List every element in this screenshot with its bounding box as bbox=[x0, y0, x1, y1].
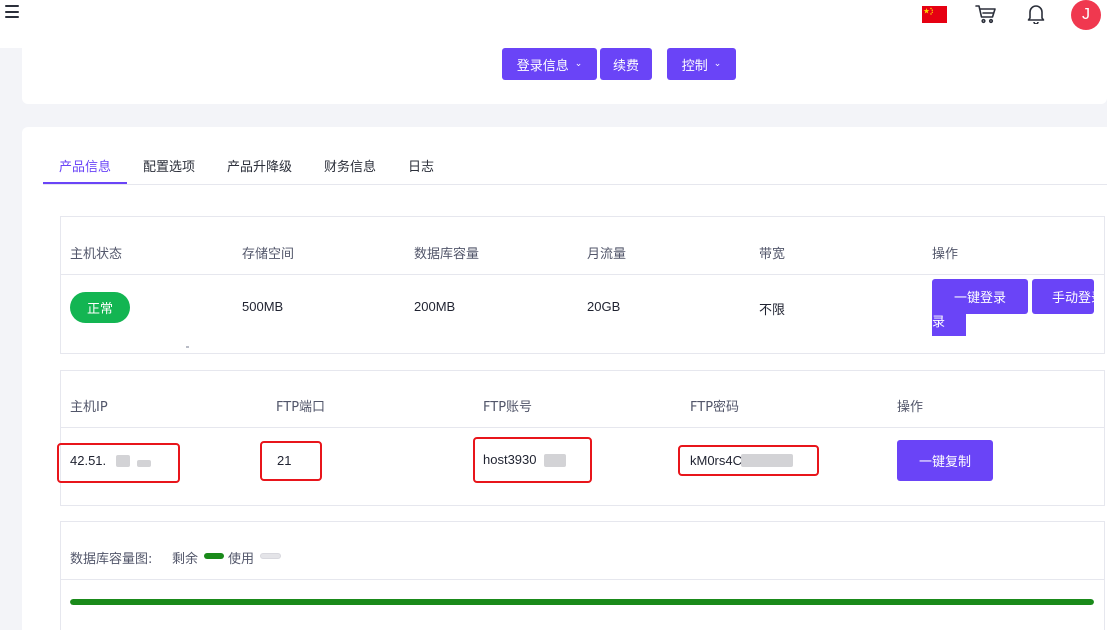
chevron-down-icon: ⌄ bbox=[713, 59, 722, 69]
legend-remaining-swatch bbox=[204, 553, 224, 559]
manual-login-button-wrap[interactable]: 录 bbox=[932, 308, 966, 336]
legend-used-label: 使用 bbox=[228, 552, 255, 567]
highlight-box-account bbox=[473, 437, 592, 483]
header-bandwidth: 带宽 bbox=[759, 247, 786, 262]
login-info-label: 登录信息 bbox=[516, 58, 569, 74]
avatar[interactable]: J bbox=[1071, 0, 1101, 30]
highlight-box-ip bbox=[57, 443, 180, 483]
database-usage-label: 数据库容量图: bbox=[70, 552, 153, 567]
tabs-divider bbox=[43, 184, 1107, 185]
header-host-status: 主机状态 bbox=[70, 247, 123, 262]
menu-icon[interactable] bbox=[5, 5, 19, 18]
tab-upgrade-downgrade[interactable]: 产品升降级 bbox=[227, 156, 292, 175]
manual-login-button[interactable]: 手动登录 bbox=[1032, 279, 1094, 314]
database-usage-panel bbox=[60, 521, 1105, 630]
control-button[interactable]: 控制 ⌄ bbox=[667, 48, 736, 80]
header-ftp-password: FTP密码 bbox=[690, 400, 740, 415]
table-divider bbox=[61, 274, 1104, 275]
bell-icon[interactable] bbox=[1026, 3, 1046, 25]
divider-dot bbox=[186, 346, 189, 348]
header-storage: 存储空间 bbox=[242, 247, 295, 262]
header-host-ip: 主机IP bbox=[70, 400, 108, 415]
bandwidth-value: 不限 bbox=[759, 303, 786, 318]
panel-divider bbox=[61, 579, 1104, 580]
database-remaining-fill bbox=[70, 599, 1094, 605]
storage-value: 500MB bbox=[242, 299, 284, 314]
legend-remaining-label: 剩余 bbox=[172, 552, 199, 567]
header-traffic: 月流量 bbox=[587, 247, 627, 262]
tab-logs[interactable]: 日志 bbox=[408, 156, 434, 175]
header-ftp-account: FTP账号 bbox=[483, 400, 533, 415]
status-badge: 正常 bbox=[70, 292, 130, 323]
tab-finance[interactable]: 财务信息 bbox=[324, 156, 376, 175]
cart-icon[interactable] bbox=[975, 4, 997, 24]
header-ftp-actions: 操作 bbox=[897, 400, 924, 415]
highlight-box-password bbox=[678, 445, 819, 476]
control-label: 控制 bbox=[681, 58, 708, 74]
traffic-value: 20GB bbox=[587, 299, 621, 314]
one-click-copy-button[interactable]: 一键复制 bbox=[897, 440, 993, 481]
renew-button[interactable]: 续费 bbox=[600, 48, 652, 80]
legend-used-swatch bbox=[260, 553, 281, 559]
chevron-down-icon: ⌄ bbox=[574, 59, 583, 69]
table-divider bbox=[61, 427, 1104, 428]
header-database: 数据库容量 bbox=[414, 247, 480, 262]
header-ftp-port: FTP端口 bbox=[276, 400, 326, 415]
tab-product-info[interactable]: 产品信息 bbox=[59, 156, 111, 175]
highlight-box-port bbox=[260, 441, 322, 481]
china-flag-icon[interactable] bbox=[922, 6, 947, 23]
tab-config-options[interactable]: 配置选项 bbox=[143, 156, 195, 175]
header-actions: 操作 bbox=[932, 247, 959, 262]
database-value: 200MB bbox=[414, 299, 456, 314]
active-tab-indicator bbox=[43, 182, 127, 184]
login-info-button[interactable]: 登录信息 ⌄ bbox=[502, 48, 597, 80]
database-usage-bar bbox=[70, 599, 1094, 605]
